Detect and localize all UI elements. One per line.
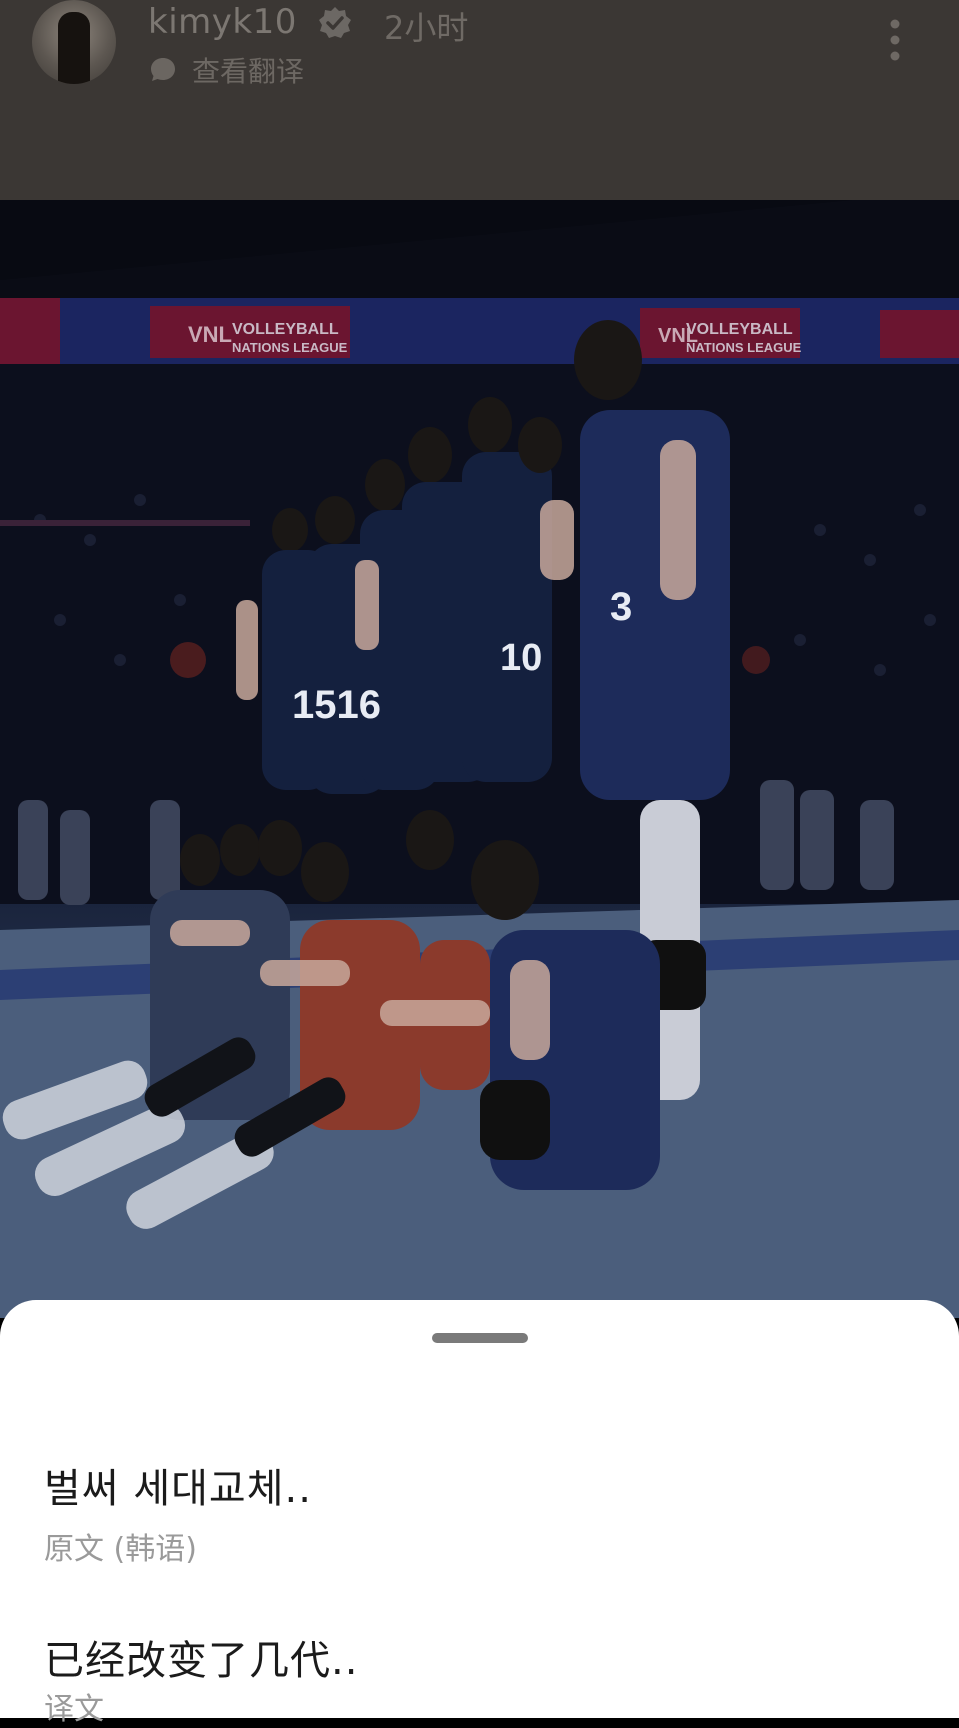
vertical-dots-icon[interactable] bbox=[880, 16, 910, 66]
original-text: 벌써 세대교체.. bbox=[44, 1466, 312, 1512]
banner-logo-left: VNL bbox=[188, 322, 232, 347]
post-photo[interactable]: VNL VOLLEYBALL NATIONS LEAGUE VNL VOLLEY… bbox=[0, 200, 959, 1318]
sheet-drag-handle[interactable] bbox=[432, 1333, 528, 1343]
see-translation-label: 查看翻译 bbox=[192, 55, 305, 88]
jersey-number-1516: 1516 bbox=[292, 683, 381, 727]
svg-text:VOLLEYBALL: VOLLEYBALL bbox=[232, 321, 339, 338]
svg-text:VOLLEYBALL: VOLLEYBALL bbox=[686, 321, 793, 338]
svg-text:NATIONS LEAGUE: NATIONS LEAGUE bbox=[686, 340, 802, 355]
translation-label: 译文 bbox=[44, 1692, 104, 1727]
see-translation-link[interactable]: 查看翻译 bbox=[148, 50, 304, 90]
speech-bubble-icon bbox=[151, 58, 175, 81]
post-header: kimyk10 2小时 查看翻译 bbox=[0, 0, 959, 200]
original-language-label: 原文 (韩语) bbox=[44, 1532, 197, 1567]
verified-badge-icon bbox=[319, 7, 351, 38]
avatar-figure bbox=[58, 12, 90, 84]
avatar[interactable] bbox=[32, 0, 116, 84]
username[interactable]: kimyk10 bbox=[148, 2, 297, 42]
jersey-number-10: 10 bbox=[500, 637, 542, 679]
translated-text: 已经改变了几代.. bbox=[44, 1638, 359, 1684]
translation-bottom-sheet: 벌써 세대교체.. 原文 (韩语) 已经改变了几代.. 译文 bbox=[0, 1300, 959, 1727]
svg-text:NATIONS LEAGUE: NATIONS LEAGUE bbox=[232, 340, 348, 355]
jersey-number-3: 3 bbox=[610, 585, 632, 629]
team-photo-illustration: VNL VOLLEYBALL NATIONS LEAGUE VNL VOLLEY… bbox=[0, 200, 959, 1318]
post-time: 2小时 bbox=[384, 9, 469, 47]
